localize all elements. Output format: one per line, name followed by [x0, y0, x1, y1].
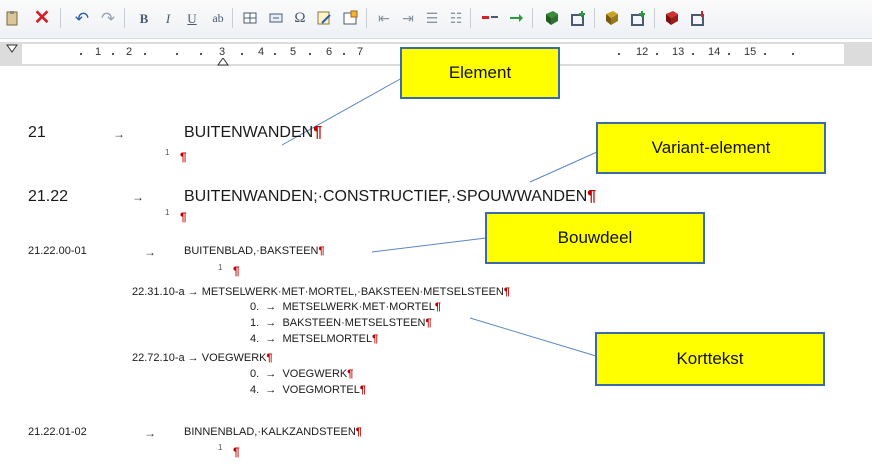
korttekst-code: 22.31.10-a → METSELWERK·MET·MORTEL,·BAKS… [132, 286, 510, 298]
paragraph-mark: ¶ [233, 445, 240, 459]
korttekst-subitem: 4. → METSELMORTEL¶ [250, 333, 379, 345]
callout-bouwdeel: Bouwdeel [485, 212, 705, 264]
tab-arrow: → [144, 245, 156, 259]
level-mark: 1 [218, 263, 223, 272]
variant-number: 21.22 [28, 188, 69, 205]
bouwdeel-number: 21.22.01-02 [28, 426, 87, 438]
callout-korttekst: Korttekst [595, 332, 825, 386]
korttekst-subitem: 0. → METSELWERK·MET·MORTEL¶ [250, 301, 441, 313]
tab-arrow: → [113, 127, 125, 141]
tab-arrow: → [144, 426, 156, 440]
korttekst-subitem: 1. → BAKSTEEN·METSELSTEEN¶ [250, 317, 432, 329]
level-mark: 1 [165, 148, 170, 157]
bouwdeel-number: 21.22.00-01 [28, 245, 87, 257]
connector-variant [529, 151, 598, 183]
bouwdeel-title: BINNENBLAD,·KALKZANDSTEEN¶ [184, 426, 362, 438]
tab-arrow: → [132, 190, 144, 204]
level-mark: 1 [165, 208, 170, 217]
korttekst-code: 22.72.10-a → VOEGWERK¶ [132, 352, 273, 364]
paragraph-mark: ¶ [233, 264, 240, 278]
paragraph-mark: ¶ [180, 210, 187, 224]
level-mark: 1 [218, 443, 223, 452]
korttekst-subitem: 0. → VOEGWERK¶ [250, 368, 354, 380]
element-title: BUITENWANDEN¶ [184, 124, 323, 141]
callout-element: Element [400, 47, 560, 99]
connector-korttekst [469, 317, 597, 357]
callout-variant-element: Variant-element [596, 122, 826, 174]
paragraph-mark: ¶ [180, 150, 187, 164]
korttekst-subitem: 4. → VOEGMORTEL¶ [250, 384, 366, 396]
bouwdeel-title: BUITENBLAD,·BAKSTEEN¶ [184, 245, 325, 257]
element-number: 21 [28, 124, 46, 141]
variant-title: BUITENWANDEN;·CONSTRUCTIEF,·SPOUWWANDEN¶ [184, 188, 597, 205]
connector-bouwdeel [371, 237, 487, 253]
